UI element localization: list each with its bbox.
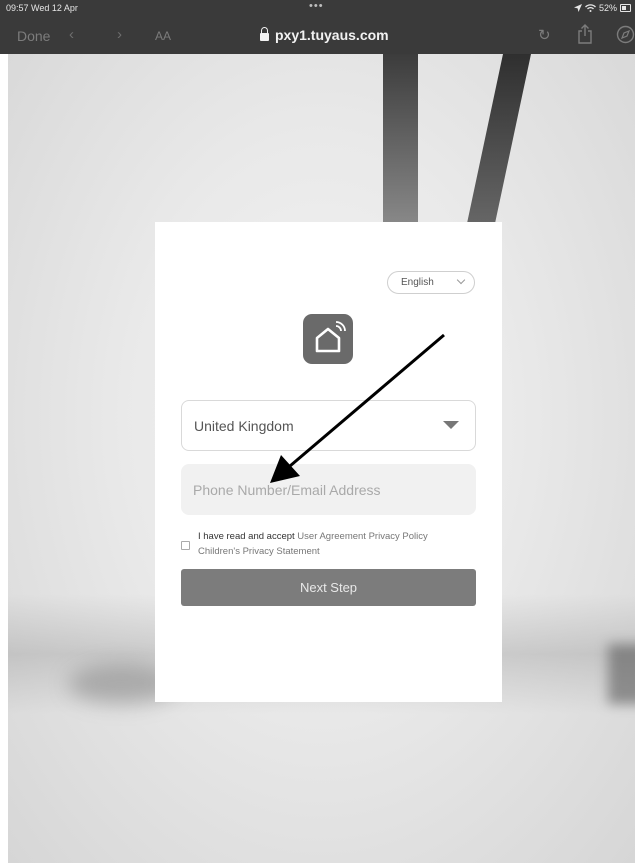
- annotation-arrow: [270, 333, 445, 483]
